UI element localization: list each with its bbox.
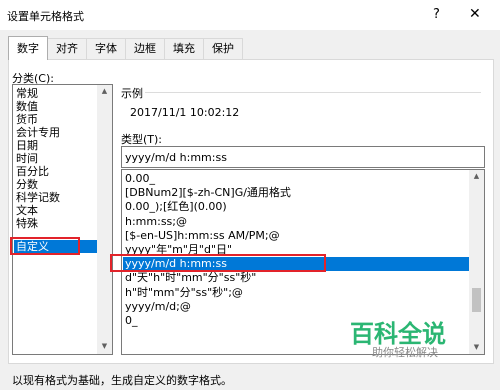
- category-item[interactable]: 常规: [16, 87, 38, 100]
- format-item[interactable]: d"天"h"时"mm"分"ss"秒": [125, 271, 256, 285]
- scroll-thumb[interactable]: [472, 288, 481, 312]
- format-item[interactable]: 0.00_: [125, 172, 155, 186]
- category-item[interactable]: 文本: [16, 204, 38, 217]
- format-item[interactable]: 0.00_);[红色](0.00): [125, 200, 227, 214]
- category-item[interactable]: 特殊: [16, 217, 38, 230]
- type-input[interactable]: [121, 146, 485, 168]
- close-button[interactable]: ✕: [469, 6, 481, 22]
- sample-value: 2017/11/1 10:02:12: [130, 106, 240, 119]
- category-item[interactable]: 数值: [16, 100, 38, 113]
- tab-font[interactable]: 字体: [86, 38, 126, 59]
- category-item[interactable]: 货币: [16, 113, 38, 126]
- highlight-box-category: [10, 237, 80, 255]
- format-item[interactable]: [$-en-US]h:mm:ss AM/PM;@: [125, 229, 280, 243]
- chevron-up-icon[interactable]: ▲: [97, 87, 112, 95]
- dialog-titlebar: 设置单元格格式 ? ✕: [0, 0, 500, 30]
- category-item[interactable]: 科学记数: [16, 191, 60, 204]
- format-item[interactable]: yyyy/m/d;@: [125, 300, 191, 314]
- tab-border[interactable]: 边框: [125, 38, 165, 59]
- tab-fill[interactable]: 填充: [164, 38, 204, 59]
- chevron-down-icon[interactable]: ▼: [469, 343, 484, 351]
- chevron-down-icon[interactable]: ▼: [97, 342, 112, 350]
- category-item[interactable]: 分数: [16, 178, 38, 191]
- category-item[interactable]: 百分比: [16, 165, 49, 178]
- format-item[interactable]: [DBNum2][$-zh-CN]G/通用格式: [125, 186, 291, 200]
- format-item[interactable]: h:mm:ss;@: [125, 215, 187, 229]
- tab-protection[interactable]: 保护: [203, 38, 243, 59]
- chevron-up-icon[interactable]: ▲: [469, 172, 484, 180]
- sample-divider: [145, 92, 481, 93]
- tab-alignment[interactable]: 对齐: [47, 38, 87, 59]
- highlight-box-format: [110, 254, 326, 272]
- sample-label: 示例: [121, 87, 143, 100]
- help-button[interactable]: ?: [433, 7, 440, 22]
- category-item[interactable]: 时间: [16, 152, 38, 165]
- format-item[interactable]: h"时"mm"分"ss"秒";@: [125, 286, 243, 300]
- type-label: 类型(T):: [121, 133, 163, 146]
- dialog-title: 设置单元格格式: [7, 10, 84, 23]
- watermark-subtitle: 助你轻松解决: [372, 346, 438, 359]
- format-item[interactable]: 0_: [125, 314, 138, 328]
- format-scrollbar[interactable]: ▲ ▼: [469, 170, 484, 354]
- category-item[interactable]: 会计专用: [16, 126, 60, 139]
- footer-description: 以现有格式为基础，生成自定义的数字格式。: [12, 374, 232, 387]
- category-scrollbar[interactable]: ▲ ▼: [97, 85, 112, 354]
- tab-number[interactable]: 数字: [8, 36, 48, 60]
- category-item[interactable]: 日期: [16, 139, 38, 152]
- category-list[interactable]: 常规 数值 货币 会计专用 日期 时间 百分比 分数 科学记数 文本 特殊 自定…: [12, 84, 113, 355]
